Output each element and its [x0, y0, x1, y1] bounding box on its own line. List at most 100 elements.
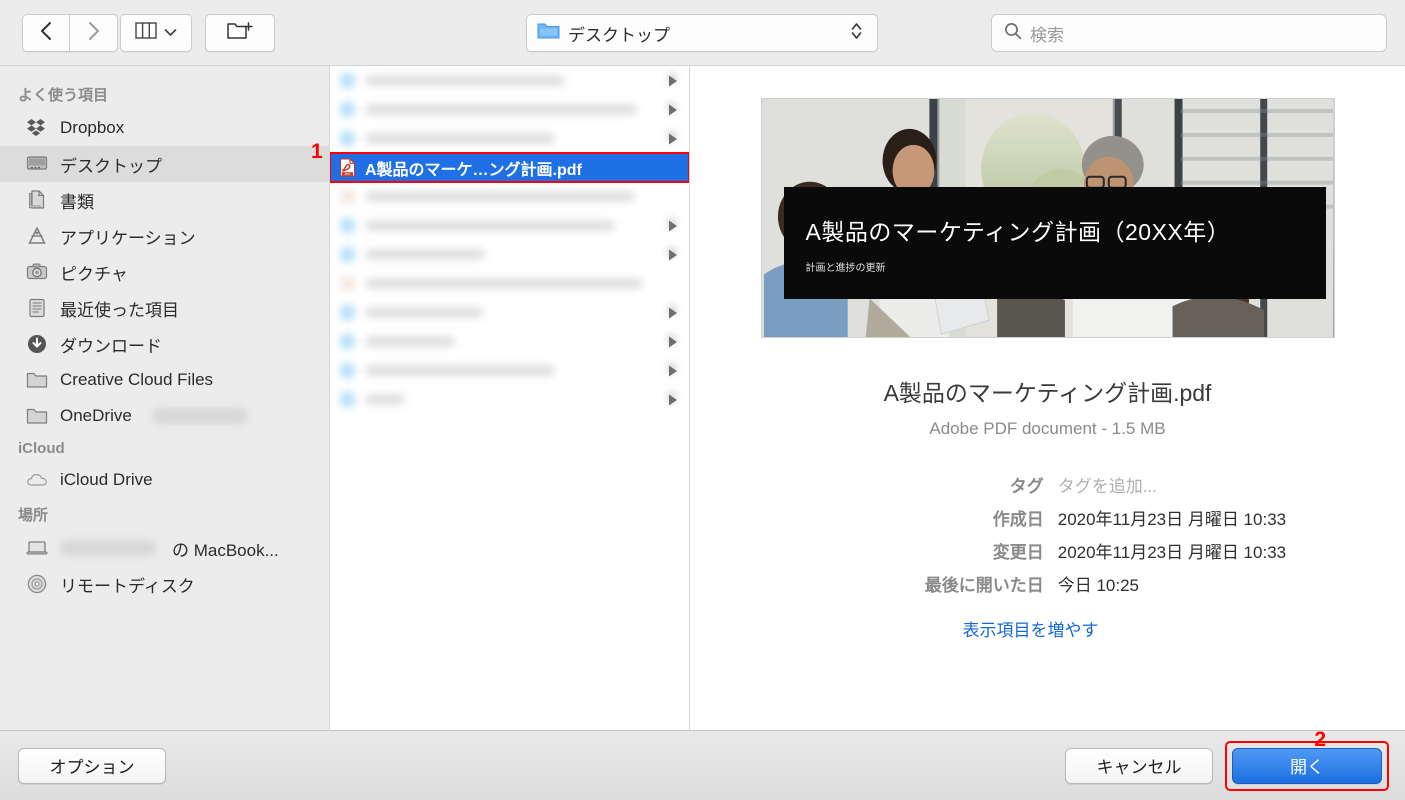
redacted-file-name: [365, 220, 615, 231]
blue-folder-icon: [338, 303, 357, 322]
file-open-dialog: デスクトップ 検索 よく使う項目Dropboxデスクトップ書類アプリケーションピ…: [0, 0, 1405, 800]
cancel-button[interactable]: キャンセル: [1065, 748, 1213, 784]
disclosure-arrow-icon[interactable]: [667, 364, 679, 383]
file-row[interactable]: [330, 124, 689, 153]
sidebar-item-label: iCloud Drive: [60, 470, 153, 490]
cover-title: A製品のマーケティング計画（20XX年）: [806, 213, 1326, 247]
path-popup-button[interactable]: デスクトップ: [526, 14, 878, 52]
blue-folder-icon: [338, 71, 357, 90]
sidebar-item-7[interactable]: Creative Cloud Files: [0, 362, 329, 398]
disclosure-arrow-icon[interactable]: [667, 248, 679, 267]
chevron-down-icon: [164, 24, 177, 42]
sidebar-item-4[interactable]: ピクチャ: [0, 254, 329, 290]
sidebar-item-label: Dropbox: [60, 118, 124, 138]
file-list-column[interactable]: PDF A製品のマーケ…ング計画.pdf: [330, 66, 690, 730]
file-row[interactable]: [330, 356, 689, 385]
disclosure-arrow-icon[interactable]: [667, 393, 679, 412]
file-row[interactable]: [330, 211, 689, 240]
disclosure-arrow-icon[interactable]: [667, 219, 679, 238]
forward-button[interactable]: [70, 14, 118, 52]
blue-folder-icon: [338, 216, 357, 235]
redacted-file-name: [365, 336, 455, 347]
metadata-label: 変更日: [690, 538, 1058, 563]
file-row[interactable]: [330, 385, 689, 414]
preview-pane: A製品のマーケティング計画（20XX年） 計画と進捗の更新 A製品のマーケティン…: [690, 66, 1405, 730]
desktop-icon: [26, 153, 48, 175]
sidebar-item-6[interactable]: ダウンロード: [0, 326, 329, 362]
blue-folder-icon: [338, 332, 357, 351]
sidebar-item-label: の MacBook...: [172, 536, 279, 561]
redacted-file-name: [365, 133, 555, 144]
svg-text:PDF: PDF: [345, 172, 351, 176]
disc-icon: [26, 573, 48, 595]
sidebar-item-label: Creative Cloud Files: [60, 370, 213, 390]
metadata-row: 最後に開いた日今日 10:25: [690, 571, 1371, 596]
redacted-file-name: [365, 75, 565, 86]
beige-file-icon: [338, 274, 357, 293]
sidebar-item-0[interactable]: iCloud Drive: [0, 462, 329, 498]
disclosure-arrow-icon[interactable]: [667, 306, 679, 325]
sidebar-item-2[interactable]: 書類: [0, 182, 329, 218]
pdf-icon: PDF: [338, 158, 357, 177]
file-row[interactable]: [330, 269, 689, 298]
annotation-marker-2: 2: [1314, 728, 1326, 752]
metadata-value: 今日 10:25: [1058, 571, 1371, 596]
sidebar-section-header: 場所: [0, 498, 329, 530]
search-field[interactable]: 検索: [991, 14, 1387, 52]
options-button[interactable]: オプション: [18, 748, 166, 784]
disclosure-arrow-icon[interactable]: [667, 132, 679, 151]
redacted-file-name: [365, 394, 405, 405]
back-button[interactable]: [22, 14, 70, 52]
sidebar-item-label: リモートディスク: [60, 572, 195, 597]
sidebar-item-1[interactable]: リモートディスク: [0, 566, 329, 602]
metadata-label: 作成日: [690, 505, 1058, 530]
applications-icon: [26, 225, 48, 247]
show-more-link[interactable]: 表示項目を増やす: [963, 621, 1099, 640]
view-mode-button[interactable]: [120, 14, 192, 52]
file-row[interactable]: [330, 182, 689, 211]
sidebar-item-label: 最近使った項目: [60, 296, 179, 321]
metadata-row: 作成日2020年11月23日 月曜日 10:33: [690, 505, 1371, 530]
sidebar-item-label: アプリケーション: [60, 224, 196, 249]
redacted-file-name: [365, 249, 485, 260]
back-chevron-icon: [39, 21, 53, 46]
redacted-file-name: [365, 278, 643, 289]
redacted-file-name: [365, 104, 637, 115]
metadata-label: タグ: [690, 472, 1058, 497]
file-row[interactable]: [330, 95, 689, 124]
sidebar: よく使う項目Dropboxデスクトップ書類アプリケーションピクチャ最近使った項目…: [0, 66, 330, 730]
disclosure-arrow-icon[interactable]: [667, 335, 679, 354]
open-button[interactable]: 開く: [1232, 748, 1382, 784]
sidebar-item-1[interactable]: デスクトップ: [0, 146, 329, 182]
new-folder-icon: [227, 20, 253, 46]
view-mode-selector[interactable]: [120, 14, 192, 52]
sidebar-item-label: OneDrive: [60, 406, 132, 426]
metadata-row: 変更日2020年11月23日 月曜日 10:33: [690, 538, 1371, 563]
dropbox-icon: [26, 117, 48, 139]
sidebar-item-0[interactable]: Dropbox: [0, 110, 329, 146]
pdf-thumbnail: A製品のマーケティング計画（20XX年） 計画と進捗の更新: [761, 98, 1335, 338]
blue-folder-icon: [338, 361, 357, 380]
file-row-name: A製品のマーケ…ング計画.pdf: [365, 156, 679, 180]
metadata-value: 2020年11月23日 月曜日 10:33: [1058, 505, 1371, 530]
disclosure-arrow-icon[interactable]: [667, 74, 679, 93]
file-row[interactable]: [330, 327, 689, 356]
sidebar-item-3[interactable]: アプリケーション: [0, 218, 329, 254]
new-folder-button[interactable]: [205, 14, 275, 52]
metadata-value[interactable]: タグを追加...: [1058, 472, 1371, 497]
sidebar-item-0[interactable]: の MacBook...: [0, 530, 329, 566]
file-row[interactable]: [330, 240, 689, 269]
cloud-icon: [26, 469, 48, 491]
preview-file-name: A製品のマーケティング計画.pdf: [884, 374, 1212, 408]
file-row[interactable]: [330, 66, 689, 95]
preview-file-kind: Adobe PDF document - 1.5 MB: [929, 419, 1165, 439]
sidebar-item-8[interactable]: OneDrive: [0, 398, 329, 434]
file-row-selected[interactable]: PDF A製品のマーケ…ング計画.pdf: [330, 153, 689, 182]
sidebar-section-header: iCloud: [0, 434, 329, 462]
sidebar-item-5[interactable]: 最近使った項目: [0, 290, 329, 326]
file-row[interactable]: [330, 298, 689, 327]
blue-folder-icon: [338, 100, 357, 119]
folder-icon: [26, 369, 48, 391]
disclosure-arrow-icon[interactable]: [667, 103, 679, 122]
cover-title-band: A製品のマーケティング計画（20XX年） 計画と進捗の更新: [784, 187, 1326, 299]
